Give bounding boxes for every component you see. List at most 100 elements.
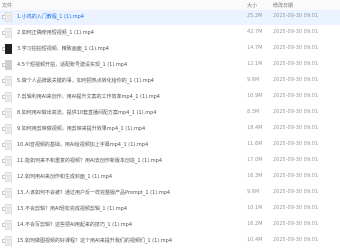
- file-name[interactable]: 9.如何用剪映做视频，用剪映来提升效果mp4_1 (1).mp4: [17, 125, 242, 132]
- thumbnail-line: [7, 143, 10, 144]
- file-row[interactable]: 5.做个人品牌最关键的事，如何把热点转化给你的_1 (1).mp4 9.6M 202…: [0, 74, 340, 89]
- file-row[interactable]: 9.如何用剪映做视频，用剪映来提升效果mp4_1 (1).mp4 18.4M 202…: [0, 122, 340, 137]
- thumbnail-line: [7, 35, 10, 36]
- file-name[interactable]: 11.能如何来不和重复的视频？用AI去创作新版本创造_1 (1).mp4: [17, 157, 242, 164]
- thumbnail-line: [7, 97, 10, 98]
- thumbnail-line: [7, 83, 10, 84]
- column-header-date[interactable]: 修改日期: [273, 2, 293, 9]
- file-row[interactable]: 7.剪辑利用AI来创作，用AI提升文案的工作效率mp4_1 (1).mp4 10.…: [0, 90, 340, 105]
- video-thumbnail-icon: [5, 28, 12, 38]
- file-date: 2025-09-30 09:01: [273, 205, 319, 211]
- file-name[interactable]: 3.学习拍拍短视频、精致画面_1 (1).mp4: [17, 45, 242, 52]
- thumbnail-line: [7, 17, 10, 18]
- file-date: 2025-09-30 09:01: [273, 13, 319, 19]
- thumbnail-line: [7, 211, 10, 212]
- thumbnail-line: [7, 79, 10, 80]
- thumbnail-line: [7, 81, 10, 82]
- thumbnail-line: [7, 95, 10, 96]
- file-size: 10.4M: [247, 237, 263, 243]
- file-name[interactable]: 13.不会剪辑？用AI轻松完成视频剪辑_1 (1).mp4: [17, 205, 242, 212]
- file-date: 2025-09-30 09:01: [273, 221, 319, 227]
- thumbnail-line: [7, 31, 10, 32]
- file-name[interactable]: 13.人该如何不会被？通过用户反一样完整版产品Prompt_1 (1).mp4: [17, 189, 242, 196]
- file-name[interactable]: 8.如何用AI做出高流，提供10套直播间配方案mp4_1 (1).mp4: [17, 109, 242, 116]
- thumbnail-line: [7, 159, 10, 160]
- thumbnail-line: [7, 239, 10, 240]
- video-thumbnail-icon: [5, 220, 12, 230]
- file-date: 2025-09-30 09:01: [273, 61, 319, 67]
- file-row[interactable]: 12.如何用AI来创作和生成封面_1 (1).mp4 16.3M 2025-09-3…: [0, 170, 340, 185]
- thumbnail-line: [7, 179, 10, 180]
- thumbnail-line: [7, 115, 10, 116]
- file-row[interactable]: 3.学习拍拍短视频、精致画面_1 (1).mp4 14.7M 2025-09-30 …: [0, 42, 340, 57]
- video-thumbnail-icon: [5, 44, 12, 54]
- file-size: 9.6M: [247, 189, 260, 195]
- thumbnail-line: [7, 129, 10, 130]
- file-date: 2025-09-30 09:01: [273, 173, 319, 179]
- file-row[interactable]: 4.5个短视频开拍，适配账号建设实现_1 (1).mp4 12.1M 2025-09…: [0, 58, 340, 73]
- video-thumbnail-icon: [5, 188, 12, 198]
- file-name[interactable]: 5.做个人品牌最关键的事，如何把热点转化给你的_1 (1).mp4: [17, 77, 242, 84]
- video-thumbnail-icon: [5, 92, 12, 102]
- file-row[interactable]: 15.如何做图视频的好课程？这个用AI来提升我们的视频们_1 (1).mp4 10…: [0, 234, 340, 249]
- video-thumbnail-icon: [5, 204, 12, 214]
- file-name[interactable]: 14.不会写剪辑？这些把AI用起来的技巧_1 (1).mp4: [17, 221, 242, 228]
- video-thumbnail-icon: [5, 124, 12, 134]
- file-name[interactable]: 7.剪辑利用AI来创作，用AI提升文案的工作效率mp4_1 (1).mp4: [17, 93, 242, 100]
- file-row[interactable]: 14.不会写剪辑？这些把AI用起来的技巧_1 (1).mp4 16.2M 2025-…: [0, 218, 340, 233]
- file-name[interactable]: 10.AI音视频的基础，用AI给视频加上字幕mp4_1 (1).mp4: [17, 141, 242, 148]
- file-row[interactable]: 13.人该如何不会被？通过用户反一样完整版产品Prompt_1 (1).mp4 9…: [0, 186, 340, 201]
- file-row[interactable]: 2.如何正确使用短视频_1 (1).mp4 42.7M 2025-09-30 09:…: [0, 26, 340, 41]
- file-size: 16.2M: [247, 221, 263, 227]
- file-size: 18.4M: [247, 125, 263, 131]
- video-thumbnail-icon: [5, 172, 12, 182]
- file-name[interactable]: 4.5个短视频开拍，适配账号建设实现_1 (1).mp4: [17, 61, 242, 68]
- thumbnail-line: [7, 209, 10, 210]
- thumbnail-line: [7, 161, 10, 162]
- thumbnail-line: [7, 127, 10, 128]
- file-row[interactable]: 10.AI音视频的基础，用AI给视频加上字幕mp4_1 (1).mp4 11.6M…: [0, 138, 340, 153]
- file-date: 2025-09-30 09:01: [273, 237, 319, 243]
- file-date: 2025-09-30 09:01: [273, 125, 319, 131]
- file-size: 9.6M: [247, 77, 260, 83]
- file-date: 2025-09-30 09:01: [273, 29, 319, 35]
- column-header-size[interactable]: 大小: [247, 2, 257, 9]
- file-name[interactable]: 2.如何正确使用短视频_1 (1).mp4: [17, 29, 242, 36]
- file-name[interactable]: 1.小鸡的入门教程_1 (1).mp4: [17, 13, 242, 20]
- thumbnail-line: [7, 225, 10, 226]
- thumbnail-line: [7, 223, 10, 224]
- file-date: 2025-09-30 09:01: [273, 189, 319, 195]
- file-size: 17.0M: [247, 157, 263, 163]
- file-size: 25.2M: [247, 13, 263, 19]
- file-row[interactable]: 1.小鸡的入门教程_1 (1).mp4 25.2M 2025-09-30 09:01: [0, 10, 340, 25]
- file-size: 42.7M: [247, 29, 263, 35]
- thumbnail-line: [7, 177, 10, 178]
- file-date: 2025-09-30 09:01: [273, 45, 319, 51]
- thumbnail-line: [7, 191, 10, 192]
- video-thumbnail-icon: [5, 60, 12, 70]
- file-size: 11.6M: [247, 141, 263, 147]
- video-thumbnail-icon: [5, 76, 12, 86]
- file-size: 12.1M: [247, 61, 263, 67]
- file-size: 16.3M: [247, 173, 263, 179]
- file-row[interactable]: 13.不会剪辑？用AI轻松完成视频剪辑_1 (1).mp4 10.1M 2025-0…: [0, 202, 340, 217]
- file-size: 8.3M: [247, 109, 260, 115]
- file-date: 2025-09-30 09:01: [273, 141, 319, 147]
- thumbnail-line: [7, 175, 10, 176]
- thumbnail-line: [7, 19, 10, 20]
- thumbnail-line: [7, 207, 10, 208]
- file-date: 2025-09-30 09:01: [273, 93, 319, 99]
- thumbnail-line: [7, 99, 10, 100]
- thumbnail-line: [7, 111, 10, 112]
- thumbnail-line: [7, 227, 10, 228]
- file-date: 2025-09-30 09:01: [273, 157, 319, 163]
- file-name[interactable]: 15.如何做图视频的好课程？这个用AI来提升我们的视频们_1 (1).mp4: [17, 237, 242, 244]
- file-size: 10.1M: [247, 205, 263, 211]
- file-name[interactable]: 12.如何用AI来创作和生成封面_1 (1).mp4: [17, 173, 242, 180]
- video-thumbnail-icon: [5, 140, 12, 150]
- thumbnail-line: [7, 15, 10, 16]
- file-row[interactable]: 11.能如何来不和重复的视频？用AI去创作新版本创造_1 (1).mp4 17.0…: [0, 154, 340, 169]
- file-size: 10.9M: [247, 93, 263, 99]
- column-header-name[interactable]: 文件: [2, 2, 12, 9]
- file-row[interactable]: 8.如何用AI做出高流，提供10套直播间配方案mp4_1 (1).mp4 8.3M…: [0, 106, 340, 121]
